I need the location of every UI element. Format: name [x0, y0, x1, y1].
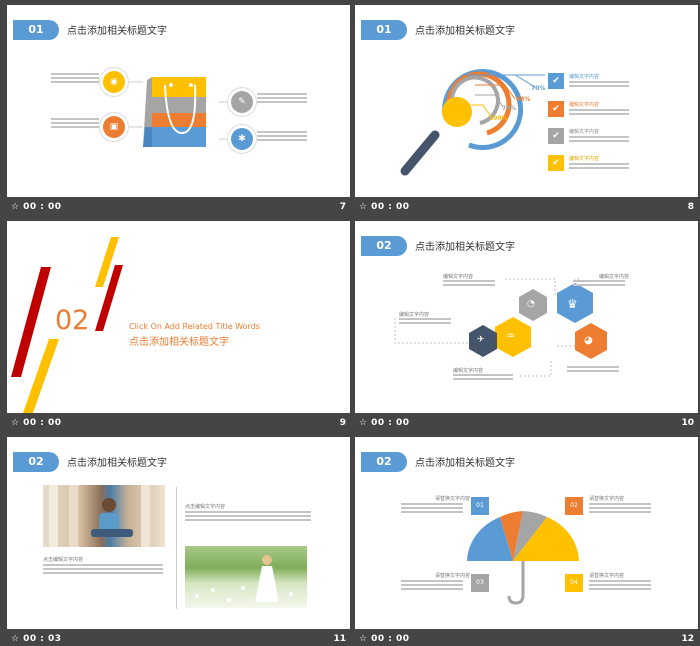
slide-number: 10	[681, 418, 694, 428]
text-block	[569, 136, 629, 144]
text-block	[567, 366, 619, 374]
transition-icon: ☆	[359, 634, 368, 644]
umbrella-label: 请替换文字内容	[435, 573, 471, 579]
section-subtitle-en: Click On Add Related Title Words	[129, 322, 260, 331]
slide-timing: 00 : 00	[371, 418, 410, 428]
slide-number: 9	[339, 418, 346, 428]
check-icon: ✔	[548, 101, 564, 117]
text-block	[443, 280, 495, 288]
slide-number: 7	[339, 202, 346, 212]
slide-canvas: 02 点击添加相关标题文字 请替换文字内容 01 请替换文字内容 02 请替换文…	[355, 437, 698, 629]
text-block	[569, 109, 629, 117]
checklist-label: 编辑文字内容	[569, 74, 600, 80]
step-badge: 04	[565, 574, 583, 592]
diagram-label: 编辑文字内容	[599, 274, 630, 280]
umbrella-label: 请替换文字内容	[435, 496, 471, 502]
text-block	[399, 318, 451, 326]
gear-icon: ✱	[231, 128, 253, 150]
text-block	[589, 503, 651, 515]
percent-label: 100%	[489, 115, 508, 122]
photo-reading-woman	[43, 485, 165, 547]
eye-icon: ◉	[103, 71, 125, 93]
diagram-label: 编辑文字内容	[399, 312, 430, 318]
transition-icon: ☆	[359, 418, 368, 428]
percent-label: 88%	[516, 96, 531, 103]
slide-timing: 00 : 00	[371, 634, 410, 644]
slide-status-bar: ☆ 00 : 03 11	[7, 631, 350, 646]
slide-canvas: 01 点击添加相关标题文字 ◉ ▣ ✎ ✱	[7, 5, 350, 197]
checklist-label: 编辑文字内容	[569, 102, 600, 108]
step-badge: 03	[471, 574, 489, 592]
slide-title: 点击添加相关标题文字	[67, 458, 167, 469]
check-icon: ✔	[548, 128, 564, 144]
section-subtitle-cn: 点击添加相关标题文字	[129, 337, 229, 348]
pie-icon: ◕	[584, 335, 593, 346]
rocket-icon: ✈	[477, 335, 485, 345]
text-block	[43, 564, 163, 576]
lock-icon: ▣	[103, 116, 125, 138]
text-block	[569, 163, 629, 171]
slide-timing: 00 : 03	[23, 634, 62, 644]
text-block	[401, 580, 463, 592]
section-tag: 02	[13, 452, 59, 472]
transition-icon: ☆	[11, 634, 20, 644]
umbrella-label: 请替换文字内容	[589, 496, 625, 502]
slide-canvas: 02 Click On Add Related Title Words 点击添加…	[7, 221, 350, 413]
step-badge: 02	[565, 497, 583, 515]
checklist-label: 编辑文字内容	[569, 129, 600, 135]
slide-status-bar: ☆ 00 : 00 9	[7, 415, 350, 433]
slide-number: 8	[687, 202, 694, 212]
divider-line	[176, 487, 177, 609]
slide-canvas: 02 点击添加相关标题文字 ◔ ♛ ♒ ✈ ◕ 编辑文字内容 编辑文字内容 编辑…	[355, 221, 698, 413]
photo-caption: 点击编辑文字内容	[185, 504, 226, 510]
text-block	[185, 511, 311, 523]
diagram-label: 编辑文字内容	[453, 368, 484, 374]
slide-status-bar: ☆ 00 : 00 12	[355, 631, 698, 646]
slide-timing: 00 : 00	[23, 418, 62, 428]
trophy-icon: ♛	[567, 297, 578, 311]
photo-field-woman	[185, 546, 307, 608]
chart-icon: ♒	[506, 331, 515, 342]
slide-canvas: 01 点击添加相关标题文字 70% 88% 79% 100% ✔ 编辑文字内容 …	[355, 5, 698, 197]
checklist-label: 编辑文字内容	[569, 156, 600, 162]
transition-icon: ☆	[11, 418, 20, 428]
slide-timing: 00 : 00	[371, 202, 410, 212]
text-block	[453, 374, 513, 382]
slide-status-bar: ☆ 00 : 00 8	[355, 199, 698, 217]
step-badge: 01	[471, 497, 489, 515]
check-icon: ✔	[548, 73, 564, 89]
text-block	[573, 280, 625, 288]
slide-status-bar: ☆ 00 : 00 7	[7, 199, 350, 217]
slide-number: 11	[333, 634, 346, 644]
text-block	[569, 81, 629, 89]
section-number: 02	[55, 305, 90, 336]
shopping-bag-graphic	[123, 77, 231, 147]
slide-timing: 00 : 00	[23, 202, 62, 212]
check-icon: ✔	[548, 155, 564, 171]
percent-label: 70%	[531, 85, 546, 92]
slide-canvas: 02 点击添加相关标题文字 点击编辑文字内容 点击编辑文字内容	[7, 437, 350, 629]
wrench-icon: ✎	[231, 91, 253, 113]
text-block	[401, 503, 463, 515]
slide-number: 12	[681, 634, 694, 644]
transition-icon: ☆	[359, 202, 368, 212]
percent-label: 79%	[502, 105, 517, 112]
clock-icon: ◔	[527, 299, 535, 309]
umbrella-icon	[467, 511, 579, 605]
transition-icon: ☆	[11, 202, 20, 212]
umbrella-label: 请替换文字内容	[589, 573, 625, 579]
diagram-label: 编辑文字内容	[443, 274, 474, 280]
text-block	[589, 580, 651, 592]
photo-caption: 点击编辑文字内容	[43, 557, 84, 563]
slide-status-bar: ☆ 00 : 00 10	[355, 415, 698, 433]
